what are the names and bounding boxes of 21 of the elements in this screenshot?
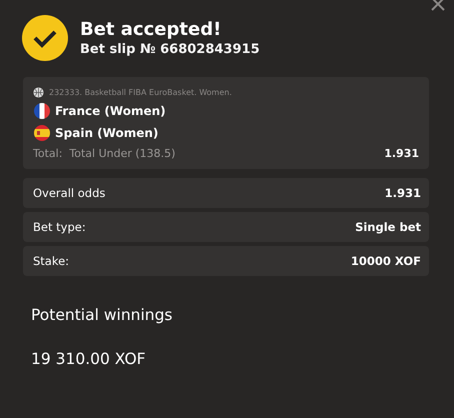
flag-icon	[33, 124, 51, 142]
row-value: Single bet	[355, 220, 421, 234]
close-icon	[430, 0, 446, 12]
odds: 1.931	[384, 147, 419, 160]
winnings-amount: 19 310.00 XOF	[31, 350, 147, 368]
row-label: Overall odds	[33, 186, 106, 200]
close-button[interactable]	[430, 0, 446, 12]
row-label: Bet type:	[33, 220, 86, 234]
bet-slip-number: Bet slip № 66802843915	[80, 40, 260, 58]
flag-icon	[33, 102, 51, 120]
winnings-label: Potential winnings	[31, 306, 174, 324]
check-icon	[22, 15, 68, 61]
market-name: Total: Total Under (138.5)	[33, 147, 176, 160]
row-value: 1.931	[384, 186, 421, 200]
row-value: 10000 XOF	[350, 254, 421, 268]
basketball-icon	[33, 87, 44, 98]
league-name: 232333. Basketball FIBA EuroBasket. Women.	[49, 88, 232, 97]
row-label: Stake:	[33, 254, 70, 268]
team-name: Spain (Women)	[55, 126, 158, 140]
title: Bet accepted!	[80, 18, 222, 40]
team-name: France (Women)	[55, 104, 166, 118]
